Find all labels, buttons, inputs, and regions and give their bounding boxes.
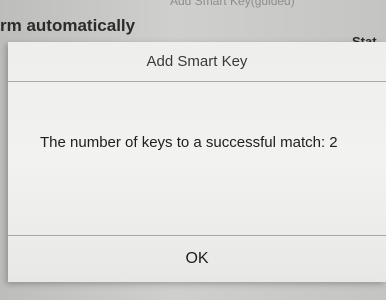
- dialog-title: Add Smart Key: [146, 52, 248, 70]
- background-subtitle: Add Smart Key(guided): [170, 0, 295, 8]
- ok-button[interactable]: OK: [8, 236, 386, 282]
- dialog-title-divider: [8, 81, 386, 82]
- background-heading: rm automatically: [0, 16, 136, 35]
- add-smart-key-dialog: Add Smart Key The number of keys to a su…: [8, 42, 386, 282]
- dialog-message: The number of keys to a successful match…: [40, 134, 338, 151]
